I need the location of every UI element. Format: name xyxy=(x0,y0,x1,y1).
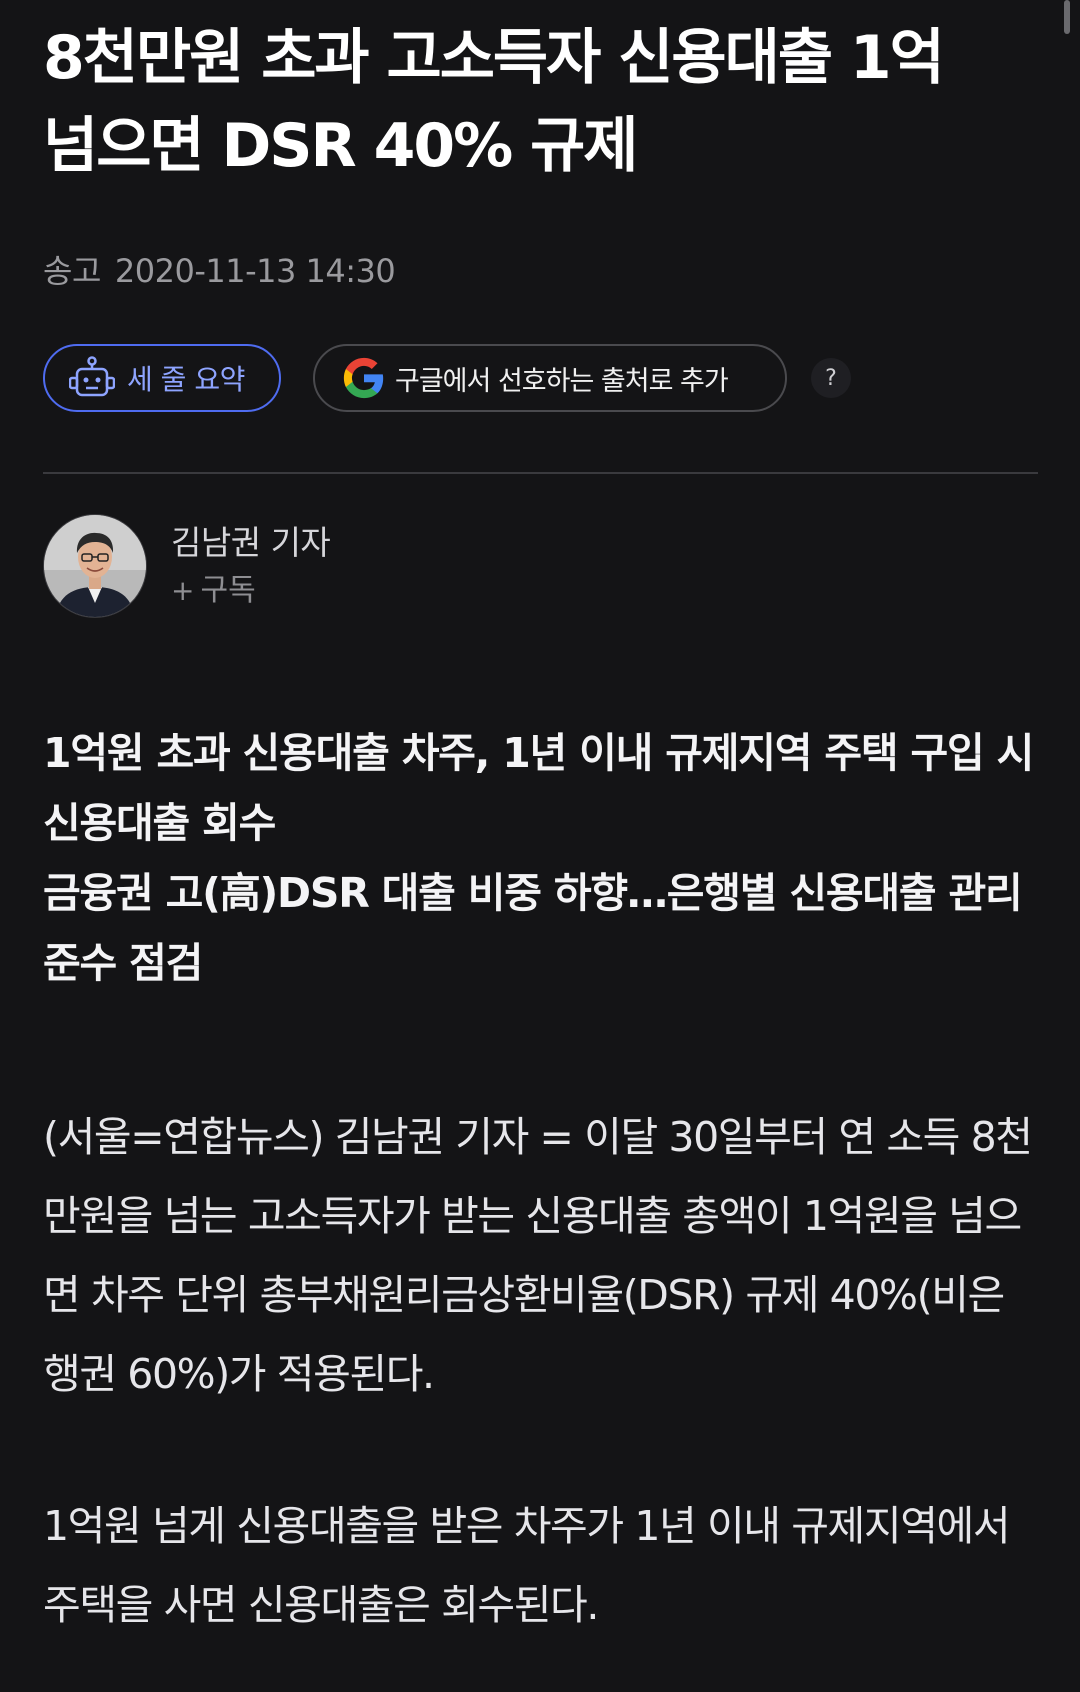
scrollbar-thumb[interactable] xyxy=(1064,0,1070,34)
google-button-label: 구글에서 선호하는 출처로 추가 xyxy=(395,365,729,397)
section-divider xyxy=(43,472,1038,474)
subheading: 금융권 고(高)DSR 대출 비중 하향…은행별 신용대출 관리 준수 점검 xyxy=(43,869,1023,987)
subscribe-label: 구독 xyxy=(200,573,256,608)
body-paragraph: 1억원 넘게 신용대출을 받은 차주가 1년 이내 규제지역에서 주택을 사면 … xyxy=(43,1502,1011,1629)
dateline-value: 2020-11-13 14:30 xyxy=(114,252,396,290)
article-subheadings: 1억원 초과 신용대출 차주, 1년 이내 규제지역 주택 구입 시 신용대출 … xyxy=(43,718,1038,998)
article-headline: 8천만원 초과 고소득자 신용대출 1억 넘으면 DSR 40% 규제 xyxy=(43,23,945,181)
plus-icon: + xyxy=(171,574,195,607)
help-button[interactable]: ? xyxy=(811,358,851,398)
subheading: 1억원 초과 신용대출 차주, 1년 이내 규제지역 주택 구입 시 신용대출 … xyxy=(43,729,1034,847)
article-container: 8천만원 초과 고소득자 신용대출 1억 넘으면 DSR 40% 규제 송고 20… xyxy=(43,14,1038,1645)
author-avatar[interactable] xyxy=(43,514,147,618)
author-block: 김남권 기자 + 구독 xyxy=(43,514,1038,618)
article-dateline: 송고 2020-11-13 14:30 xyxy=(43,246,1038,292)
author-photo xyxy=(44,515,146,617)
author-info: 김남권 기자 + 구독 xyxy=(171,523,331,609)
subscribe-button[interactable]: + 구독 xyxy=(171,573,330,609)
robot-icon xyxy=(69,356,115,397)
body-paragraph: (서울=연합뉴스) 김남권 기자 = 이달 30일부터 연 소득 8천만원을 넘… xyxy=(43,1113,1033,1398)
google-preferred-source-button[interactable]: 구글에서 선호하는 출처로 추가 xyxy=(313,344,787,412)
three-line-summary-button[interactable]: 세 줄 요약 xyxy=(43,344,281,412)
article-action-row: 세 줄 요약 구글에서 선호하는 출처로 추가 ? xyxy=(43,344,1038,412)
summary-button-label: 세 줄 요약 xyxy=(127,363,245,396)
dateline-label: 송고 xyxy=(43,252,101,290)
google-logo-icon xyxy=(343,357,384,399)
author-name[interactable]: 김남권 기자 xyxy=(171,523,331,563)
